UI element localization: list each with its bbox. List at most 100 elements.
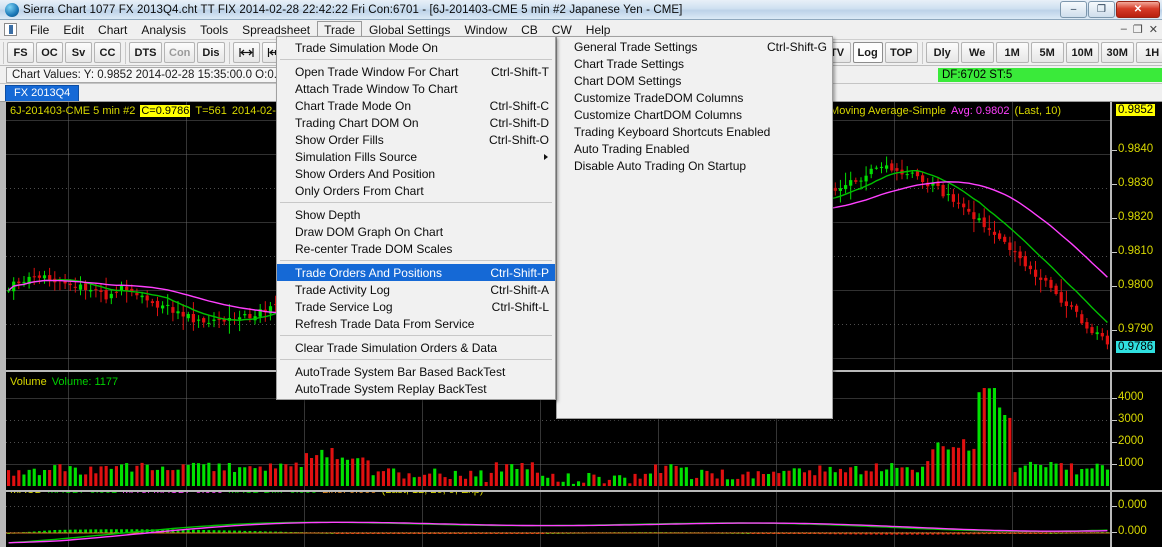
price-axis[interactable]: 0.9852 0.9840 0.9830 0.9820 0.9810 0.980… [1110,102,1162,547]
toolbar-button-we[interactable]: We [960,42,994,63]
minimize-button[interactable]: – [1060,1,1087,18]
menu-item-refresh-trade-data-from-service[interactable]: Refresh Trade Data From Service [277,315,555,332]
submenu-item-auto-trading-enabled[interactable]: Auto Trading Enabled [556,140,833,157]
submenu-item-general-trade-settings[interactable]: General Trade Settings Ctrl-Shift-G [556,38,833,55]
axis-tick-label: 0.9800 [1118,279,1154,291]
menu-item-chart-trade-mode-on[interactable]: Chart Trade Mode On Ctrl-Shift-C [277,97,555,114]
menu-item-open-trade-window-for-chart[interactable]: Open Trade Window For Chart Ctrl-Shift-T [277,63,555,80]
mdi-window-controls: – ❐ ✕ [1121,23,1158,36]
submenu-item-customize-tradedom-columns[interactable]: Customize TradeDOM Columns [556,89,833,106]
menu-chart[interactable]: Chart [91,21,134,39]
mdi-close-button[interactable]: ✕ [1149,23,1158,36]
tab-fx-2013q4[interactable]: FX 2013Q4 [5,85,80,101]
submenu-item-label: Chart Trade Settings [574,56,685,71]
menu-item-label: Show Depth [295,207,361,222]
menu-separator [280,359,552,360]
toolbar-button-top[interactable]: TOP [884,42,918,63]
toolbar-button-1m[interactable]: 1M [995,42,1029,63]
menu-item-show-orders-and-position[interactable]: Show Orders And Position [277,165,555,182]
menu-item-autotrade-system-replay-backtest[interactable]: AutoTrade System Replay BackTest [277,380,555,397]
submenu-item-trading-keyboard-shortcuts-enabled[interactable]: Trading Keyboard Shortcuts Enabled [556,123,833,140]
macd-params: (Last, 12, 26, 9, Exp) [381,492,483,496]
toolbar-button-30m[interactable]: 30M [1100,42,1134,63]
document-system-icon[interactable] [4,23,17,36]
submenu-item-disable-auto-trading-on-startup[interactable]: Disable Auto Trading On Startup [556,157,833,174]
menu-separator [280,335,552,336]
toolbar-button-log[interactable]: Log [852,42,883,63]
app-logo-icon [5,2,19,17]
macd-ma-value: MA of MACD: -0.000 [122,492,223,496]
price-pane-indicator-header: 5) Moving Average-Simple Avg: 0.9802 (Last… [817,105,1066,117]
volume-pane-header: Volume Volume: 1177 [10,376,123,388]
maximize-button[interactable]: ❐ [1088,1,1115,18]
trade-menu[interactable]: Trade Simulation Mode On Open Trade Windo… [276,36,556,400]
menu-item-show-depth[interactable]: Show Depth [277,206,555,223]
menu-item-clear-trade-simulation-orders-data[interactable]: Clear Trade Simulation Orders & Data [277,339,555,356]
menu-item-trade-activity-log[interactable]: Trade Activity Log Ctrl-Shift-A [277,281,555,298]
toolbar-button-cc[interactable]: CC [94,42,121,63]
menu-tools[interactable]: Tools [193,21,235,39]
pane-divider-volume-macd[interactable] [0,490,1162,492]
menu-item-label: Refresh Trade Data From Service [295,316,475,331]
toolbar-button-con[interactable]: Con [164,42,196,63]
toolbar-button-5m[interactable]: 5M [1030,42,1064,63]
menu-item-trade-simulation-mode-on[interactable]: Trade Simulation Mode On [277,39,555,56]
mdi-minimize-button[interactable]: – [1121,23,1127,36]
price-pane-header: 6J-201403-CME 5 min #2 C=0.9786 T=561 2014-… [10,105,293,117]
mdi-restore-button[interactable]: ❐ [1133,23,1143,36]
menu-item-autotrade-system-bar-based-backtest[interactable]: AutoTrade System Bar Based BackTest [277,363,555,380]
macd-pane[interactable]: MACD MACD: -0.001 MA of MACD: -0.000 MACD D… [6,492,1110,547]
menu-item-trade-service-log[interactable]: Trade Service Log Ctrl-Shift-L [277,298,555,315]
submenu-item-label: Auto Trading Enabled [574,141,690,156]
menu-item-trading-chart-dom-on[interactable]: Trading Chart DOM On Ctrl-Shift-D [277,114,555,131]
toolbar-button-dis[interactable]: Dis [197,42,225,63]
menu-item-accelerator: Ctrl-Shift-T [491,64,549,79]
toolbar-button-10m[interactable]: 10M [1065,42,1099,63]
menu-item-label: Trade Orders And Positions [295,265,442,280]
axis-tick-label: 0.9830 [1118,177,1154,189]
submenu-item-customize-chartdom-columns[interactable]: Customize ChartDOM Columns [556,106,833,123]
axis-tick-label: 0.9840 [1118,143,1154,155]
menu-file[interactable]: File [23,21,56,39]
menu-item-simulation-fills-source[interactable]: Simulation Fills Source [277,148,555,165]
menu-item-label: Chart Trade Mode On [295,98,412,113]
macd-value: MACD: -0.001 [47,492,117,496]
trade-settings-submenu[interactable]: General Trade Settings Ctrl-Shift-G Chart … [556,36,833,176]
submenu-item-label: Chart DOM Settings [574,73,682,88]
toolbar-button-sv[interactable]: Sv [65,42,92,63]
toolbar-button-dly[interactable]: Dly [925,42,959,63]
ma-params: (Last, 10) [1014,105,1061,117]
menu-item-attach-trade-window-to-chart[interactable]: Attach Trade Window To Chart [277,80,555,97]
submenu-item-chart-trade-settings[interactable]: Chart Trade Settings [556,55,833,72]
price-header-close: C=0.9786 [140,105,191,117]
submenu-item-chart-dom-settings[interactable]: Chart DOM Settings [556,72,833,89]
volume-axis-tick-label: 2000 [1118,435,1144,447]
menu-item-show-order-fills[interactable]: Show Order Fills Ctrl-Shift-O [277,131,555,148]
menu-item-draw-dom-graph-on-chart[interactable]: Draw DOM Graph On Chart [277,223,555,240]
submenu-item-label: General Trade Settings [574,39,698,54]
menu-analysis[interactable]: Analysis [134,21,193,39]
toolbar-button-oc[interactable]: OC [36,42,63,63]
submenu-item-label: Trading Keyboard Shortcuts Enabled [574,124,771,139]
volume-label: Volume [10,376,47,388]
menu-item-only-orders-from-chart[interactable]: Only Orders From Chart [277,182,555,199]
menu-item-label: AutoTrade System Replay BackTest [295,381,487,396]
ma-value: Avg: 0.9802 [951,105,1010,117]
menu-item-label: Show Order Fills [295,132,384,147]
axis-last-close-box: 0.9786 [1116,341,1156,353]
menu-separator [280,59,552,60]
toolbar-button-dts[interactable]: DTS [129,42,162,63]
toolbar-button-1h[interactable]: 1H [1135,42,1162,63]
menu-edit[interactable]: Edit [56,21,91,39]
submenu-item-label: Customize ChartDOM Columns [574,107,743,122]
menu-item-trade-orders-and-positions[interactable]: Trade Orders And Positions Ctrl-Shift-P [277,264,555,281]
menu-item-label: Only Orders From Chart [295,183,424,198]
fit-width-icon[interactable] [232,42,260,63]
close-button[interactable]: ✕ [1116,1,1160,18]
toolbar-button-fs[interactable]: FS [7,42,34,63]
macd-diff-value: MACD Diff: -0.000 [228,492,317,496]
menu-separator [280,202,552,203]
menu-item-label: Show Orders And Position [295,166,436,181]
menu-item-re-center-trade-dom-scales[interactable]: Re-center Trade DOM Scales [277,240,555,257]
menu-item-label: Simulation Fills Source [295,149,418,164]
